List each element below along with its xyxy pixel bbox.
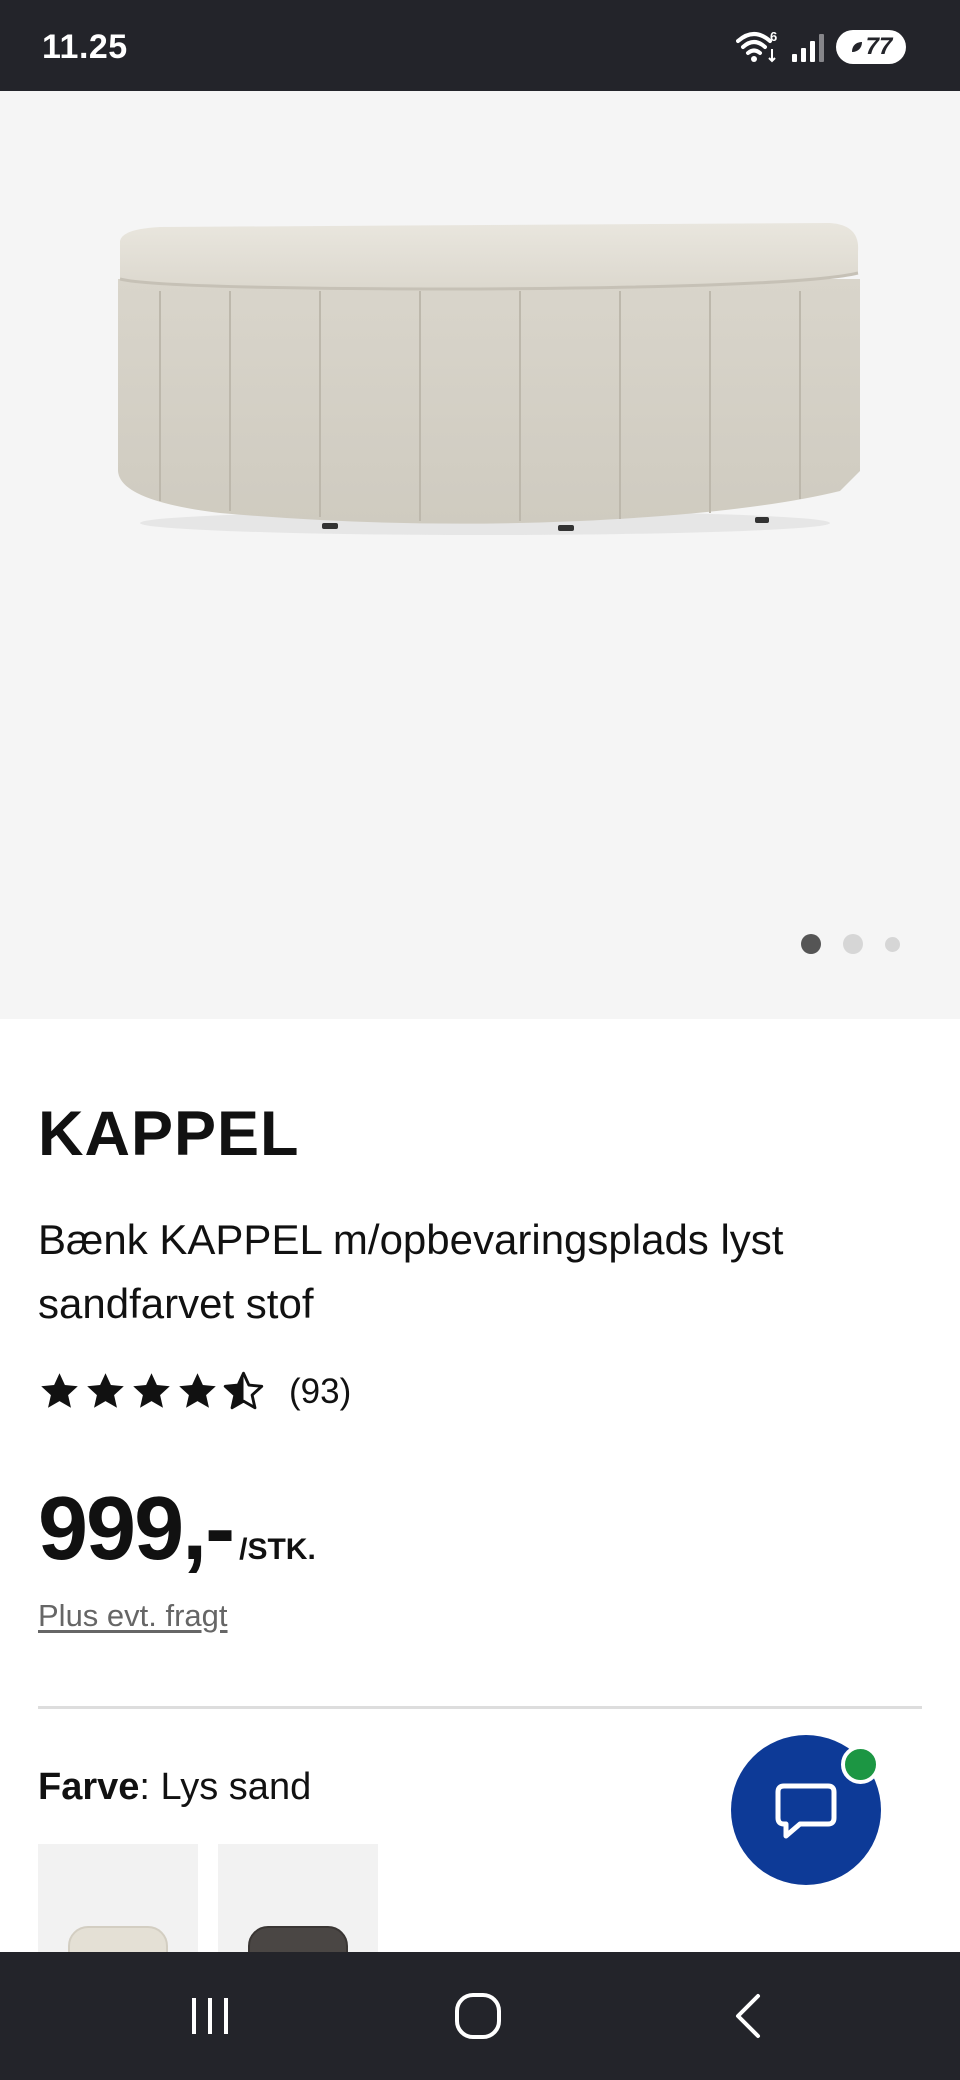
back-button[interactable] bbox=[708, 1982, 788, 2050]
price-unit: /STK. bbox=[239, 1533, 316, 1566]
review-count[interactable]: (93) bbox=[289, 1372, 351, 1412]
home-button[interactable] bbox=[438, 1982, 518, 2050]
recents-button[interactable] bbox=[170, 1982, 250, 2050]
leaf-icon bbox=[851, 42, 862, 52]
product-rating[interactable]: (93) bbox=[38, 1370, 351, 1413]
carousel-dot[interactable] bbox=[801, 934, 821, 954]
color-separator: : bbox=[139, 1766, 150, 1808]
product-image-gallery[interactable] bbox=[0, 91, 960, 1019]
rating-stars bbox=[38, 1370, 265, 1413]
color-value: Lys sand bbox=[149, 1766, 312, 1808]
battery-icon: 77 bbox=[836, 30, 906, 64]
color-swatches bbox=[38, 1844, 378, 1952]
system-nav-bar bbox=[0, 1952, 960, 2080]
color-swatch-dark[interactable] bbox=[218, 1844, 378, 1952]
back-icon bbox=[736, 1994, 760, 2038]
carousel-dots[interactable] bbox=[801, 934, 900, 954]
color-selector-label: Farve: Lys sand bbox=[38, 1766, 311, 1809]
star-full-icon bbox=[133, 1373, 170, 1408]
product-brand: KAPPEL bbox=[38, 1099, 300, 1169]
divider bbox=[38, 1706, 922, 1709]
star-full-icon bbox=[87, 1373, 124, 1408]
color-swatch-lys-sand[interactable] bbox=[38, 1844, 198, 1952]
star-full-icon bbox=[179, 1373, 216, 1408]
carousel-dot[interactable] bbox=[885, 936, 900, 952]
signal-icon bbox=[792, 32, 824, 62]
star-half-icon bbox=[223, 1371, 264, 1410]
home-icon bbox=[455, 1993, 501, 2039]
status-time: 11.25 bbox=[42, 28, 128, 66]
product-price: 999,- /STK. bbox=[38, 1478, 316, 1581]
color-label: Farve bbox=[38, 1766, 140, 1808]
chat-notification-badge bbox=[841, 1745, 880, 1784]
shipping-link[interactable]: Plus evt. fragt bbox=[38, 1598, 228, 1634]
wifi-badge: 6 bbox=[770, 29, 777, 44]
price-value: 999,- bbox=[38, 1479, 235, 1579]
chat-bubble-icon bbox=[775, 1783, 837, 1839]
kappel-bench-image bbox=[118, 223, 860, 535]
product-description: Bænk KAPPEL m/opbevaringsplads lyst sand… bbox=[38, 1216, 784, 1327]
star-full-icon bbox=[41, 1373, 78, 1408]
status-icons: 6 77 bbox=[736, 28, 906, 66]
battery-level: 77 bbox=[865, 33, 893, 60]
status-bar: 11.25 6 77 bbox=[0, 0, 960, 91]
wifi-icon: 6 bbox=[736, 29, 780, 65]
recents-icon bbox=[192, 1998, 228, 2034]
carousel-dot[interactable] bbox=[843, 934, 863, 954]
